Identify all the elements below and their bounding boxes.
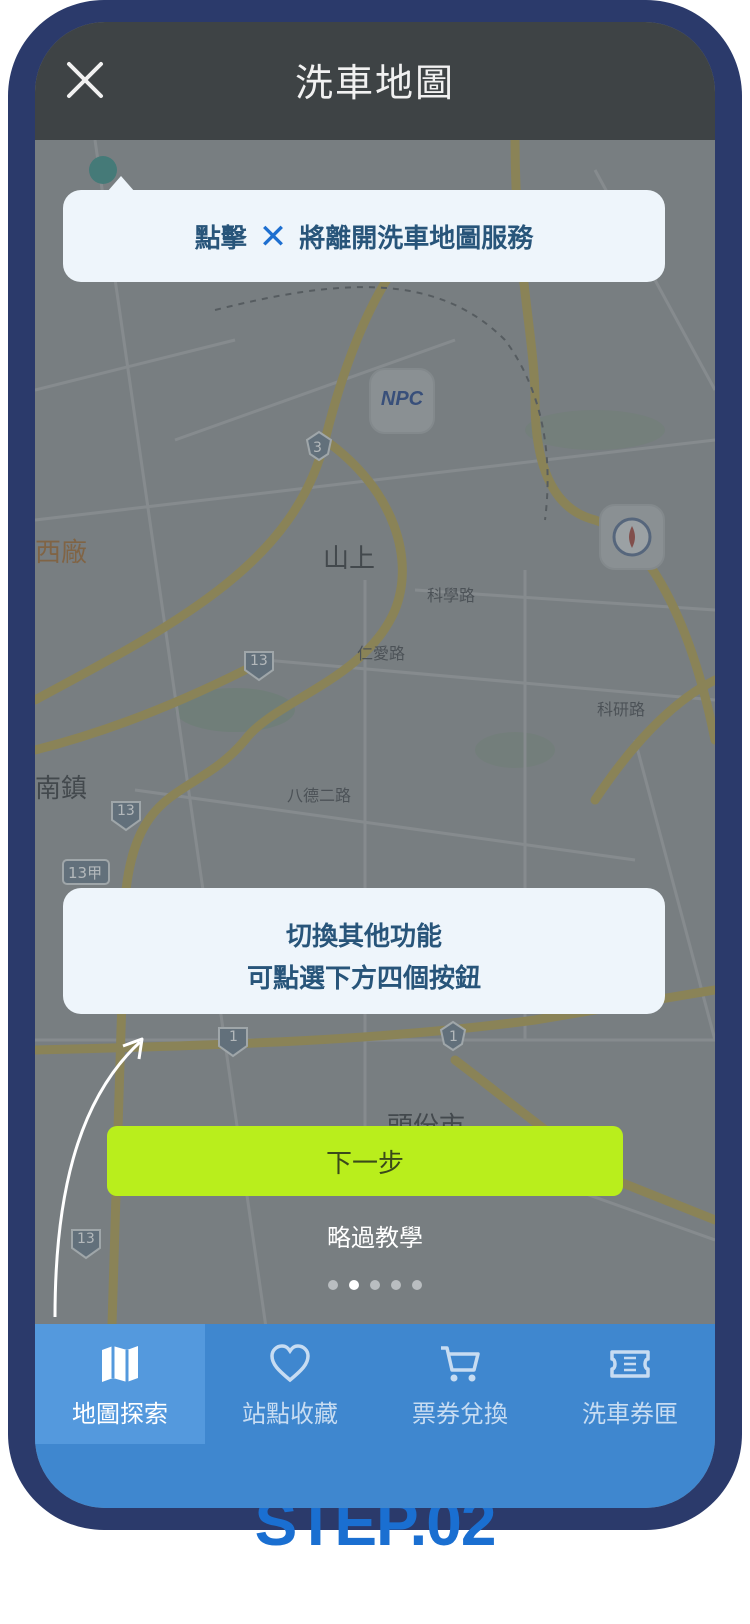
tooltip-line-1: 切換其他功能	[285, 922, 442, 952]
tooltip-close-hint: 點擊 ✕ 將離開洗車地圖服務	[63, 176, 665, 282]
tooltip-click-text: 點擊	[194, 224, 247, 254]
page-dot-1	[328, 1280, 338, 1290]
tab-label: 票券兌換	[412, 1400, 508, 1428]
map-label-renai-rd: 仁愛路	[357, 644, 406, 663]
tab-ticket-exchange[interactable]: 票券兌換	[375, 1324, 545, 1444]
route-13-label-b: 13	[117, 803, 135, 819]
tooltip-close-text: 點擊 ✕ 將離開洗車地圖服務	[63, 218, 665, 255]
tooltip-tabs-hint: 切換其他功能 可點選下方四個按鈕	[63, 888, 665, 1014]
tooltip-line-2: 可點選下方四個按鈕	[246, 964, 481, 994]
map-icon	[35, 1342, 205, 1386]
page-dot-3	[370, 1280, 380, 1290]
bottom-tab-bar: 地圖探索 站點收藏 票券兌換 洗車券匣	[35, 1324, 715, 1508]
npc-logo-text: NPC	[380, 388, 424, 410]
tab-wash-vouchers[interactable]: 洗車券匣	[545, 1324, 715, 1444]
map-label-nanzhen: 南鎮	[35, 774, 88, 804]
app-screen: 洗車地圖 山上 南鎮 西廠 科學路 仁愛路 科研路 八德二路 3 13 13 1…	[35, 22, 715, 1508]
tooltip-leave-text: 將離開洗車地圖服務	[299, 224, 534, 254]
map-label-xichang: 西廠	[35, 538, 88, 568]
tab-label: 洗車券匣	[582, 1400, 678, 1428]
route-1-label: 1	[229, 1029, 238, 1045]
heart-icon	[205, 1342, 375, 1386]
pagination-dots	[35, 1280, 715, 1290]
cpc-station-marker[interactable]	[599, 504, 665, 570]
page-title: 洗車地圖	[294, 61, 455, 105]
cpc-logo-icon	[612, 517, 652, 557]
app-header: 洗車地圖	[35, 22, 715, 140]
tab-map-explore[interactable]: 地圖探索	[35, 1324, 205, 1444]
cart-icon	[375, 1342, 545, 1386]
next-step-button[interactable]: 下一步	[107, 1126, 623, 1196]
tab-favorites[interactable]: 站點收藏	[205, 1324, 375, 1444]
tab-label: 站點收藏	[242, 1400, 338, 1428]
ticket-icon	[545, 1342, 715, 1386]
skip-tutorial-link[interactable]: 略過教學	[35, 1218, 715, 1253]
page-dot-2	[349, 1280, 359, 1290]
map-label-keyan-rd: 科研路	[597, 700, 646, 719]
route-3-label: 3	[313, 440, 322, 456]
npc-station-marker[interactable]: NPC	[369, 368, 435, 434]
close-icon: ✕	[258, 216, 288, 257]
route-1-label-b: 1	[449, 1029, 458, 1045]
tooltip-pointer	[107, 176, 135, 192]
route-13jia-label: 13甲	[68, 864, 103, 882]
route-13-label: 13	[250, 653, 268, 669]
page-dot-4	[391, 1280, 401, 1290]
map-label-shanshang: 山上	[323, 544, 376, 574]
page-dot-5	[412, 1280, 422, 1290]
map-label-bade-rd: 八德二路	[287, 786, 352, 805]
map-label-kexue-rd: 科學路	[427, 586, 476, 605]
tab-label: 地圖探索	[72, 1400, 168, 1428]
